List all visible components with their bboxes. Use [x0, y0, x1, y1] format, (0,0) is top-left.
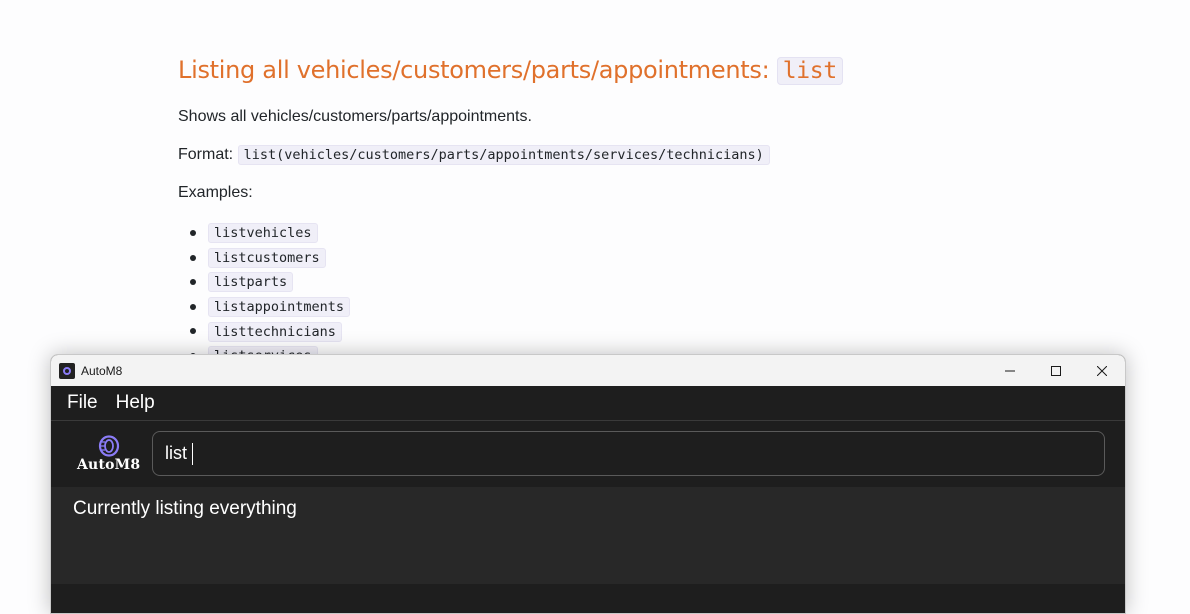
command-value: list: [165, 443, 187, 463]
bullet-icon: [190, 279, 196, 286]
bullet-icon: [190, 303, 196, 310]
menu-file[interactable]: File: [67, 392, 98, 414]
help-document: Listing all vehicles/customers/parts/app…: [178, 52, 1078, 369]
examples-list: listvehicles listcustomers listparts lis…: [178, 221, 1078, 369]
app-logo-icon: [59, 362, 75, 379]
heading-code: list: [776, 57, 843, 85]
tire-icon: [98, 435, 120, 457]
examples-label: Examples:: [178, 184, 253, 201]
example-code: listparts: [208, 272, 294, 293]
window-title: AutoM8: [81, 363, 123, 378]
logo-text: AutoM8: [77, 457, 141, 473]
list-item: listtechnicians: [188, 319, 1078, 344]
bullet-icon: [190, 230, 196, 236]
menu-bar: File Help: [51, 386, 1125, 421]
example-code: listcustomers: [208, 247, 326, 268]
example-code: listappointments: [208, 297, 351, 318]
bullet-icon: [190, 328, 196, 335]
bullet-icon: [190, 254, 196, 261]
maximize-icon[interactable]: [1033, 355, 1079, 386]
window-controls: [987, 355, 1125, 386]
example-code: listtechnicians: [208, 321, 342, 342]
format-line: Format: list(vehicles/customers/parts/ap…: [178, 143, 1078, 167]
title-bar[interactable]: AutoM8: [51, 355, 1125, 386]
text-caret: [192, 442, 193, 465]
format-code: list(vehicles/customers/parts/appointmen…: [237, 145, 770, 165]
list-item: listcustomers: [188, 246, 1078, 271]
list-item: listparts: [188, 270, 1078, 295]
list-item: listappointments: [188, 295, 1078, 320]
close-icon[interactable]: [1079, 355, 1125, 386]
section-heading: Listing all vehicles/customers/parts/app…: [178, 52, 1078, 89]
app-window: AutoM8 File Help AutoM8 list Currently l…: [50, 354, 1126, 614]
description-text: Shows all vehicles/customers/parts/appoi…: [178, 108, 532, 125]
list-item: listvehicles: [188, 221, 1078, 246]
format-label: Format:: [178, 146, 238, 163]
app-logo: AutoM8: [73, 433, 145, 479]
command-bar: AutoM8 list: [51, 421, 1125, 487]
command-input[interactable]: list: [152, 431, 1105, 476]
result-display: Currently listing everything: [51, 487, 1125, 584]
example-code: listvehicles: [208, 223, 318, 244]
menu-help[interactable]: Help: [116, 392, 155, 414]
result-text: Currently listing everything: [73, 498, 297, 519]
minimize-icon[interactable]: [987, 355, 1033, 386]
heading-text: Listing all vehicles/customers/parts/app…: [178, 56, 777, 84]
